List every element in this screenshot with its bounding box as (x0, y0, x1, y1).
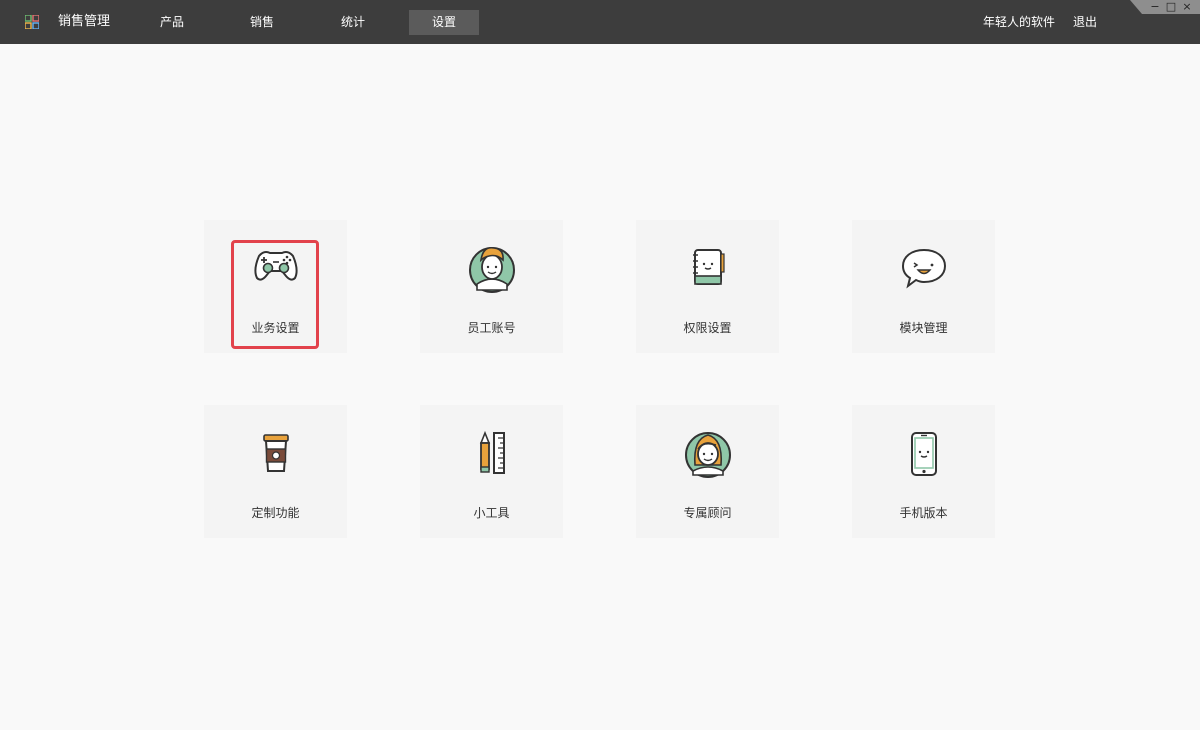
notebook-icon (692, 249, 725, 285)
tile-small-tools[interactable]: 小工具 (420, 405, 563, 538)
chat-bubble-icon (901, 248, 946, 289)
tile-label: 定制功能 (251, 506, 300, 520)
nav-item-products[interactable]: 产品 (137, 10, 207, 35)
brand-link[interactable]: 年轻人的软件 (983, 14, 1055, 30)
window-controls: − □ × (1130, 0, 1200, 14)
coffee-cup-icon (262, 434, 289, 472)
pencil-ruler-icon (479, 430, 505, 474)
minimize-button[interactable]: − (1148, 0, 1162, 14)
selection-highlight (231, 240, 319, 349)
nav-item-statistics[interactable]: 统计 (318, 10, 388, 35)
tile-label: 模块管理 (899, 321, 948, 335)
nav-item-settings[interactable]: 设置 (409, 10, 479, 35)
tile-label: 权限设置 (683, 321, 732, 335)
user-avatar-icon (468, 246, 515, 293)
mobile-phone-icon (910, 432, 937, 476)
tile-label: 专属顾问 (683, 506, 732, 520)
tile-label: 员工账号 (467, 321, 516, 335)
tile-permission-settings[interactable]: 权限设置 (636, 220, 779, 353)
maximize-button[interactable]: □ (1164, 0, 1178, 14)
app-title: 销售管理 (58, 14, 111, 29)
tile-staff-accounts[interactable]: 员工账号 (420, 220, 563, 353)
app-logo-icon (25, 15, 39, 29)
tile-module-management[interactable]: 模块管理 (852, 220, 995, 353)
tile-dedicated-advisor[interactable]: 专属顾问 (636, 405, 779, 538)
tile-label: 手机版本 (899, 506, 948, 520)
logout-link[interactable]: 退出 (1073, 14, 1097, 30)
advisor-avatar-icon (684, 432, 731, 478)
nav-item-sales[interactable]: 销售 (227, 10, 297, 35)
close-button[interactable]: × (1180, 0, 1194, 14)
tile-label: 小工具 (473, 506, 510, 520)
tile-mobile-version[interactable]: 手机版本 (852, 405, 995, 538)
tile-custom-features[interactable]: 定制功能 (204, 405, 347, 538)
top-bar: 销售管理 产品 销售 统计 设置 年轻人的软件 退出 − □ × (0, 0, 1200, 44)
